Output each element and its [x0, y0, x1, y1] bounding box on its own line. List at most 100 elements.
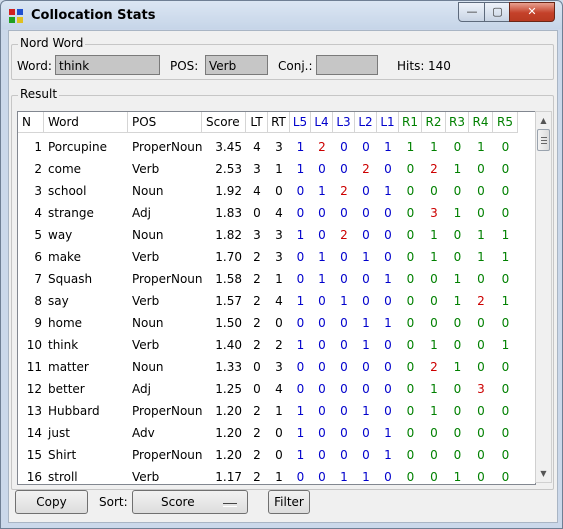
conj-field[interactable]: [316, 55, 378, 75]
group-label: Nord Word: [18, 36, 86, 50]
cell-l5: 1: [296, 140, 305, 154]
cell-r1: 0: [406, 162, 415, 176]
column-header-r3[interactable]: R3: [446, 112, 469, 133]
column-header-n[interactable]: N: [18, 112, 44, 133]
cell-pos: ProperNoun: [132, 404, 203, 418]
cell-l1: 1: [384, 140, 392, 154]
cell-r4: 1: [477, 140, 485, 154]
filter-button[interactable]: Filter: [268, 490, 310, 514]
cell-score: 1.50: [215, 316, 242, 330]
cell-pos: ProperNoun: [132, 272, 203, 286]
column-header-score[interactable]: Score: [202, 112, 246, 133]
scroll-down-icon[interactable]: ▼: [536, 465, 551, 482]
nord-word-group: Nord Word Word: think POS: Verb Conj.: H…: [11, 36, 554, 80]
sort-select[interactable]: Score: [132, 490, 248, 514]
table-row[interactable]: 16 stroll Verb 1.17 2 1 0 0 1 1 0 0 0 1 0 0: [18, 466, 534, 484]
scroll-up-icon[interactable]: ▲: [536, 112, 551, 129]
cell-word: Hubbard: [48, 404, 100, 418]
column-header-pos[interactable]: POS: [128, 112, 202, 133]
cell-l5: 1: [296, 294, 305, 308]
cell-l2: 0: [362, 184, 370, 198]
cell-r3: 1: [453, 360, 462, 374]
cell-r3: 0: [453, 184, 462, 198]
cell-r4: 3: [477, 382, 485, 396]
cell-r1: 1: [406, 140, 415, 154]
sort-label: Sort:: [99, 495, 128, 509]
cell-word: think: [48, 338, 79, 352]
cell-lt: 2: [253, 316, 261, 330]
cell-pos: Adj: [132, 206, 151, 220]
minimize-button[interactable]: —: [458, 2, 486, 22]
column-header-r2[interactable]: R2: [422, 112, 446, 133]
table-row[interactable]: 3 school Noun 1.92 4 0 0 1 2 0 1 0 0 0 0 0: [18, 180, 534, 202]
table-row[interactable]: 14 just Adv 1.20 2 0 1 0 0 0 1 0 0 0 0 0: [18, 422, 534, 444]
title-bar[interactable]: Collocation Stats — ▢ ✕: [1, 1, 562, 31]
pos-field[interactable]: Verb: [205, 55, 268, 75]
table-row[interactable]: 11 matter Noun 1.33 0 3 0 0 0 0 0 0 2 1 0 0: [18, 356, 534, 378]
table-row[interactable]: 10 think Verb 1.40 2 2 1 0 0 1 0 0 1 0 0 1: [18, 334, 534, 356]
cell-score: 1.20: [215, 404, 242, 418]
hits-label: Hits:: [397, 59, 425, 73]
column-header-l2[interactable]: L2: [355, 112, 377, 133]
cell-r2: 1: [430, 140, 438, 154]
column-header-l4[interactable]: L4: [311, 112, 333, 133]
column-header-l3[interactable]: L3: [333, 112, 355, 133]
column-header-r4[interactable]: R4: [469, 112, 493, 133]
table-row[interactable]: 2 come Verb 2.53 3 1 1 0 0 2 0 0 2 1 0 0: [18, 158, 534, 180]
column-header-l1[interactable]: L1: [377, 112, 399, 133]
column-header-r1[interactable]: R1: [399, 112, 422, 133]
table-row[interactable]: 5 way Noun 1.82 3 3 1 0 2 0 0 0 1 0 1 1: [18, 224, 534, 246]
cell-r2: 1: [430, 382, 438, 396]
cell-rt: 1: [275, 470, 283, 484]
word-field[interactable]: think: [55, 55, 160, 75]
cell-l3: 0: [340, 162, 348, 176]
scroll-thumb[interactable]: [537, 129, 550, 151]
table-row[interactable]: 9 home Noun 1.50 2 0 0 0 0 1 1 0 0 0 0 0: [18, 312, 534, 334]
cell-r1: 0: [406, 316, 415, 330]
sort-value: Score: [161, 495, 195, 509]
results-table[interactable]: N Word POS Score LT RT L5 L4 L3 L2 L1 R1 R2 R3 R4 R5 1P…: [17, 111, 536, 485]
cell-r3: 0: [453, 448, 462, 462]
column-header-lt[interactable]: LT: [246, 112, 268, 133]
cell-r5: 0: [501, 426, 510, 440]
column-header-l5[interactable]: L5: [290, 112, 311, 133]
window-title: Collocation Stats: [31, 8, 156, 23]
cell-l5: 0: [296, 272, 305, 286]
cell-score: 1.40: [215, 338, 242, 352]
table-row[interactable]: 12 better Adj 1.25 0 4 0 0 0 0 0 0 1 0 3 0: [18, 378, 534, 400]
cell-word: just: [48, 426, 70, 440]
cell-r1: 0: [406, 426, 415, 440]
table-row[interactable]: 4 strange Adj 1.83 0 4 0 0 0 0 0 0 3 1 0 0: [18, 202, 534, 224]
cell-r5: 0: [501, 470, 510, 484]
maximize-button[interactable]: ▢: [484, 2, 511, 22]
table-row[interactable]: 7 Squash ProperNoun 1.58 2 1 0 1 0 0 1 0 0 1 0 0: [18, 268, 534, 290]
table-row[interactable]: 15 Shirt ProperNoun 1.20 2 0 1 0 0 0 1 0 0 0 0 0: [18, 444, 534, 466]
cell-lt: 4: [253, 140, 261, 154]
app-icon: [8, 8, 24, 24]
cell-pos: Verb: [132, 338, 160, 352]
cell-word: school: [48, 184, 87, 198]
collocation-stats-window: Collocation Stats — ▢ ✕ Nord Word Word: …: [0, 0, 563, 529]
cell-r3: 0: [453, 338, 462, 352]
cell-l1: 0: [384, 206, 392, 220]
column-header-rt[interactable]: RT: [268, 112, 290, 133]
cell-n: 1: [34, 140, 42, 154]
table-row[interactable]: 1 Porcupine ProperNoun 3.45 4 3 1 2 0 0 1 1 1 0 1 0: [18, 136, 534, 158]
cell-l3: 0: [340, 448, 348, 462]
column-header-word[interactable]: Word: [44, 112, 128, 133]
cell-pos: ProperNoun: [132, 448, 203, 462]
cell-l2: 1: [362, 404, 370, 418]
cell-l2: 0: [362, 426, 370, 440]
cell-l5: 0: [296, 206, 305, 220]
cell-r5: 0: [501, 184, 510, 198]
table-row[interactable]: 8 say Verb 1.57 2 4 1 0 1 0 0 0 0 1 2 1: [18, 290, 534, 312]
close-button[interactable]: ✕: [509, 2, 555, 22]
cell-r2: 0: [430, 184, 438, 198]
table-row[interactable]: 6 make Verb 1.70 2 3 0 1 0 1 0 0 1 0 1 1: [18, 246, 534, 268]
cell-r5: 0: [501, 448, 510, 462]
copy-button[interactable]: Copy: [15, 490, 88, 514]
table-row[interactable]: 13 Hubbard ProperNoun 1.20 2 1 1 0 0 1 0 0 1 0 0 0: [18, 400, 534, 422]
column-header-r5[interactable]: R5: [493, 112, 518, 133]
cell-r2: 0: [430, 316, 438, 330]
vertical-scrollbar[interactable]: ▲ ▼: [535, 111, 552, 483]
